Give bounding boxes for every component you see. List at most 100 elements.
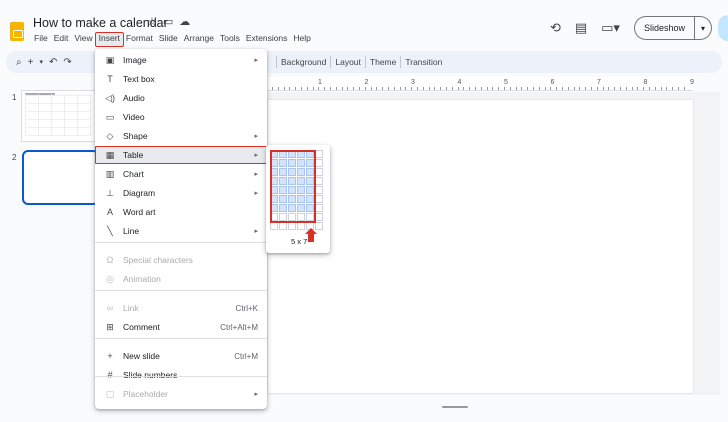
shape-icon: ◇	[106, 130, 114, 141]
table-grid-cell[interactable]	[288, 222, 296, 230]
comment-icon[interactable]: ▤	[575, 20, 587, 36]
insert-menu-item-label: Special characters	[123, 255, 193, 265]
insert-menu-item-label: Image	[123, 55, 147, 65]
toolbar-right: Background Layout Theme Transition	[276, 51, 442, 73]
table-grid-cell[interactable]	[315, 195, 323, 203]
slideshow-button[interactable]: Slideshow ▾	[633, 16, 712, 40]
background-button[interactable]: Background	[281, 57, 326, 67]
slides-logo-icon[interactable]	[10, 22, 24, 41]
redo-icon[interactable]: ↷	[63, 57, 71, 68]
current-slide[interactable]	[268, 100, 693, 393]
insert-menu-item-image[interactable]: ▣ Image ▸	[95, 51, 267, 69]
insert-menu-item-table[interactable]: ▦ Table ▸	[95, 146, 267, 164]
table-grid-cell[interactable]	[315, 168, 323, 176]
ruler-tick	[620, 87, 621, 90]
menu-help[interactable]: Help	[290, 33, 313, 46]
ruler-tick	[515, 87, 517, 90]
ruler-label: 3	[411, 79, 415, 86]
ruler-tick	[602, 87, 604, 90]
menu-edit[interactable]: Edit	[51, 33, 72, 46]
title-icons: ☆▭☁	[147, 15, 196, 28]
menu-file[interactable]: File	[31, 33, 51, 46]
search-icon[interactable]: ⌕	[16, 57, 22, 68]
ruler-tick	[492, 87, 494, 90]
transition-button[interactable]: Transition	[405, 57, 442, 67]
insert-menu-item-label: Diagram	[123, 188, 156, 198]
insert-menu-item-comment[interactable]: ⊞ Comment Ctrl+Alt+M	[95, 318, 267, 336]
ruler-tick	[376, 87, 378, 90]
layout-button[interactable]: Layout	[335, 57, 361, 67]
ruler-tick	[475, 87, 476, 90]
table-grid-cell[interactable]	[315, 159, 323, 167]
menu-insert[interactable]: Insert	[94, 32, 124, 47]
table-grid-cell[interactable]	[279, 222, 287, 230]
ruler-tick	[527, 87, 529, 90]
insert-menu-item-line[interactable]: ╲ Line ▸	[95, 222, 267, 240]
undo-icon[interactable]: ↶	[49, 57, 57, 68]
submenu-arrow-icon: ▸	[254, 57, 258, 64]
ruler-tick	[347, 87, 349, 90]
ruler-tick	[295, 87, 297, 90]
menu-slide[interactable]: Slide	[156, 33, 181, 46]
star-icon[interactable]: ☆	[147, 16, 163, 28]
insert-menu-item-video[interactable]: ▭ Video	[95, 108, 267, 126]
ruler-tick	[422, 87, 424, 90]
insert-menu-item-label: Chart	[123, 169, 144, 179]
submenu-arrow-icon: ▸	[254, 190, 258, 197]
ruler-tick	[440, 87, 442, 90]
history-icon[interactable]: ⟲	[550, 20, 561, 36]
ruler-label: 7	[597, 79, 601, 86]
ruler-label: 4	[457, 79, 462, 86]
table-grid-cell[interactable]	[270, 222, 278, 230]
insert-menu-item-new-slide[interactable]: + New slide Ctrl+M	[95, 347, 267, 365]
chevron-down-icon[interactable]: ▾	[693, 17, 711, 39]
chevron-down-icon[interactable]: ▾	[39, 58, 43, 66]
ruler-label: 6	[550, 79, 555, 86]
placeholder-icon: ▢	[105, 388, 115, 399]
shortcut-hint: Ctrl+M	[234, 351, 258, 361]
table-grid-cell[interactable]	[315, 186, 323, 194]
ruler-tick	[399, 87, 401, 90]
insert-menu-item-label: Link	[123, 303, 139, 313]
ruler-tick	[631, 87, 633, 90]
menu-divider	[95, 376, 267, 377]
ruler-tick	[614, 87, 616, 90]
slide-thumbnail-2[interactable]	[22, 150, 99, 205]
ruler-tick	[428, 87, 430, 90]
table-grid-cell[interactable]	[315, 150, 323, 158]
insert-menu-item-slide-numbers[interactable]: # Slide numbers	[95, 366, 267, 384]
menu-tools[interactable]: Tools	[217, 33, 243, 46]
animation-icon: ◎	[106, 273, 114, 284]
cloud-status-icon[interactable]: ☁	[179, 16, 196, 28]
menu-format[interactable]: Format	[123, 33, 156, 46]
insert-menu-item-diagram[interactable]: ⊥ Diagram ▸	[95, 184, 267, 202]
add-icon[interactable]: +	[28, 57, 34, 68]
ruler-tick	[654, 87, 656, 90]
theme-button[interactable]: Theme	[370, 57, 396, 67]
avatar[interactable]	[718, 15, 728, 41]
slideshow-label: Slideshow	[643, 23, 685, 33]
table-grid-cell[interactable]	[315, 177, 323, 185]
insert-menu-item-chart[interactable]: ▥ Chart ▸	[95, 165, 267, 183]
move-to-folder-icon[interactable]: ▭	[163, 16, 179, 28]
menu-extensions[interactable]: Extensions	[243, 33, 291, 46]
insert-menu-item-shape[interactable]: ◇ Shape ▸	[95, 127, 267, 145]
table-grid-cell[interactable]	[297, 222, 305, 230]
camera-icon[interactable]: ▭▾	[601, 20, 620, 36]
insert-menu-item-word-art[interactable]: A Word art	[95, 203, 267, 221]
ruler-tick	[457, 87, 459, 90]
submenu-arrow-icon: ▸	[254, 152, 258, 159]
table-grid-cell[interactable]	[315, 204, 323, 212]
line-icon: ╲	[107, 225, 113, 236]
insert-menu-item-audio[interactable]: ◁) Audio	[95, 89, 267, 107]
menu-view[interactable]: View	[71, 33, 95, 46]
menu-arrange[interactable]: Arrange	[181, 33, 217, 46]
arrow-up-icon	[305, 228, 317, 242]
speaker-notes-handle[interactable]	[442, 406, 468, 408]
slide-thumbnail-1[interactable]	[21, 90, 96, 142]
ruler-tick	[324, 87, 326, 90]
table-grid-cell[interactable]	[315, 213, 323, 221]
insert-menu-item-text-box[interactable]: T Text box	[95, 70, 267, 88]
ruler-label: 2	[364, 79, 369, 86]
ruler-label: 8	[643, 79, 648, 86]
